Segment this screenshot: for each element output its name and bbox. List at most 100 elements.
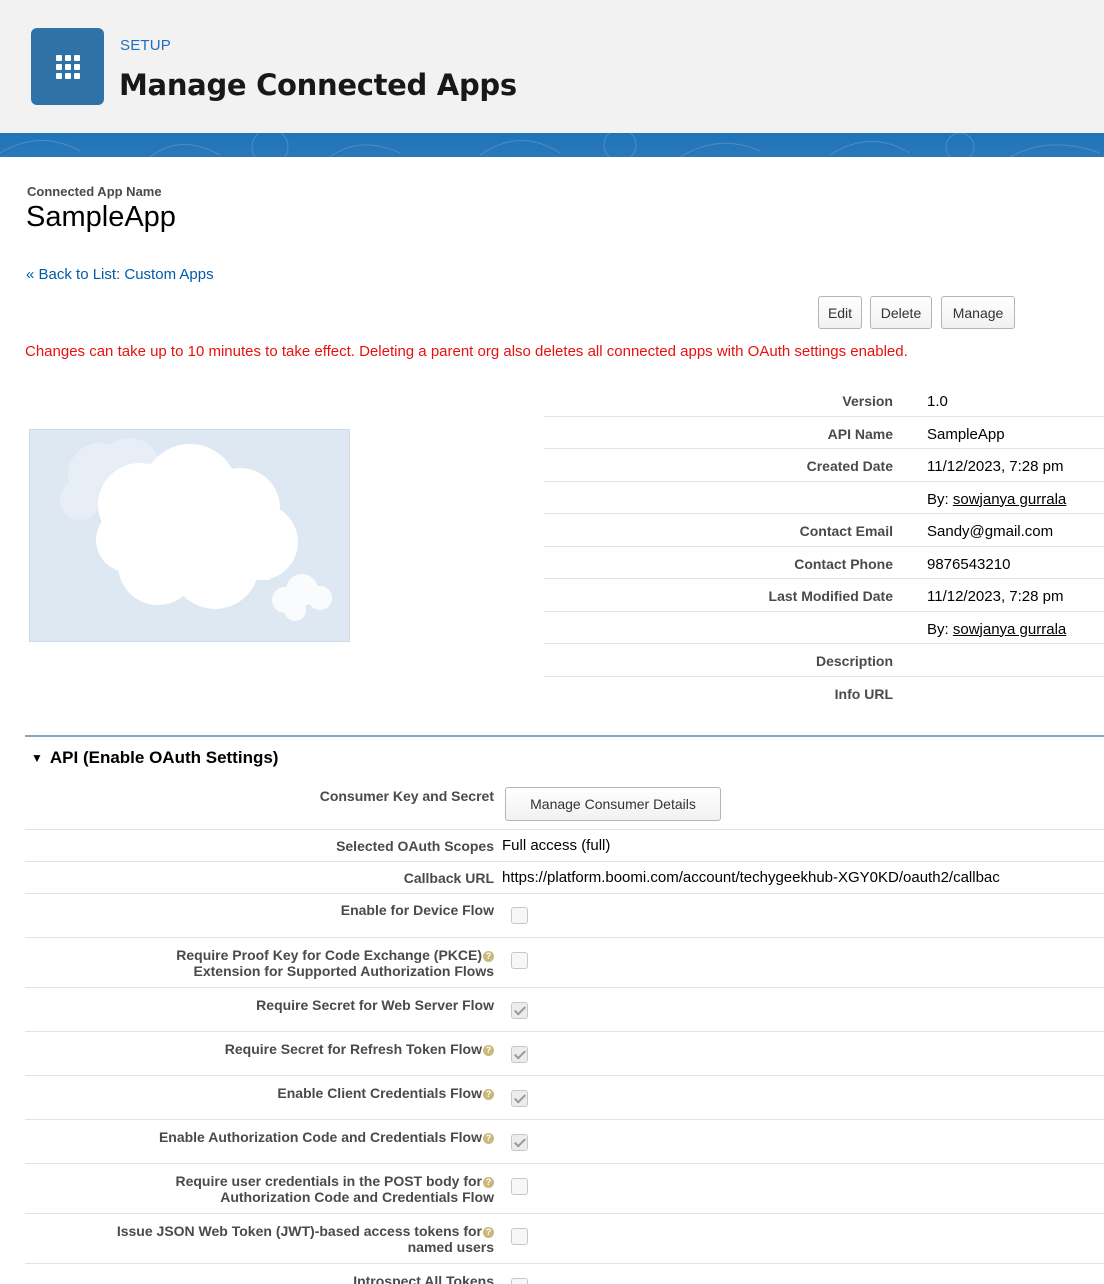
edit-button[interactable]: Edit xyxy=(818,296,862,329)
help-icon[interactable]: ? xyxy=(483,1226,494,1238)
contact-email-value: Sandy@gmail.com xyxy=(927,523,1054,540)
detail-row-last-modified: Last Modified Date 11/12/2023, 7:28 pm xyxy=(544,579,1104,612)
row-user-creds-post-body: Require user credentials in the POST bod… xyxy=(25,1164,1104,1214)
row-client-credentials: Enable Client Credentials Flow? xyxy=(25,1076,1104,1120)
jwt-tokens-label: Issue JSON Web Token (JWT)-based access … xyxy=(24,1223,494,1255)
manage-consumer-details-button[interactable]: Manage Consumer Details xyxy=(505,787,721,821)
header-decorative-band xyxy=(0,133,1104,157)
detail-row-contact-phone: Contact Phone 9876543210 xyxy=(544,547,1104,579)
jwt-label-line1: Issue JSON Web Token (JWT)-based access … xyxy=(116,1223,482,1239)
api-section-toggle[interactable]: ▼ API (Enable OAuth Settings) xyxy=(31,748,278,768)
secret-web-server-label: Require Secret for Web Server Flow xyxy=(256,997,494,1013)
secret-web-server-checkbox[interactable] xyxy=(511,1002,528,1019)
row-callback-url: Callback URL https://platform.boomi.com/… xyxy=(25,862,1104,894)
pkce-label-line2: Extension for Supported Authorization Fl… xyxy=(193,963,494,979)
row-pkce: Require Proof Key for Code Exchange (PKC… xyxy=(25,938,1104,988)
contact-phone-value: 9876543210 xyxy=(927,555,1011,573)
created-by-value: By: sowjanya gurrala xyxy=(927,491,1066,508)
introspect-tokens-checkbox[interactable] xyxy=(511,1278,528,1284)
detail-row-contact-email: Contact Email Sandy@gmail.com xyxy=(544,514,1104,547)
row-oauth-scopes: Selected OAuth Scopes Full access (full) xyxy=(25,830,1104,862)
callback-url-label: Callback URL xyxy=(403,870,494,886)
detail-row-info-url: Info URL xyxy=(544,677,1104,710)
jwt-label-line2: named users xyxy=(407,1239,494,1255)
client-credentials-checkbox[interactable] xyxy=(511,1090,528,1107)
oauth-scopes-label: Selected OAuth Scopes xyxy=(336,838,494,854)
detail-row-created-date: Created Date 11/12/2023, 7:28 pm xyxy=(544,449,1104,482)
secret-refresh-token-text: Require Secret for Refresh Token Flow xyxy=(224,1041,482,1057)
auth-code-credentials-label: Enable Authorization Code and Credential… xyxy=(24,1129,494,1145)
description-label: Description xyxy=(815,653,893,669)
collapse-triangle-icon: ▼ xyxy=(31,751,43,765)
back-to-list-link[interactable]: « Back to List: Custom Apps xyxy=(26,266,214,283)
created-date-value: 11/12/2023, 7:28 pm xyxy=(927,458,1064,475)
user-creds-label-line2: Authorization Code and Credentials Flow xyxy=(220,1189,494,1205)
consumer-key-label: Consumer Key and Secret xyxy=(319,788,494,804)
created-by-user-link[interactable]: sowjanya gurrala xyxy=(953,491,1066,508)
modified-by-value: By: sowjanya gurrala xyxy=(927,621,1066,638)
version-value: 1.0 xyxy=(927,393,948,410)
modified-by-prefix: By: xyxy=(927,620,949,638)
help-icon[interactable]: ? xyxy=(483,1088,494,1100)
info-url-label: Info URL xyxy=(834,685,893,702)
pkce-label-line1: Require Proof Key for Code Exchange (PKC… xyxy=(176,947,482,963)
setup-label: SETUP xyxy=(120,37,172,54)
callback-url-value: https://platform.boomi.com/account/techy… xyxy=(502,869,1000,886)
app-name-label: Connected App Name xyxy=(27,184,162,199)
row-secret-web-server: Require Secret for Web Server Flow xyxy=(25,988,1104,1032)
pkce-label: Require Proof Key for Code Exchange (PKC… xyxy=(24,947,494,979)
client-credentials-text: Enable Client Credentials Flow xyxy=(277,1085,482,1101)
row-consumer-key: Consumer Key and Secret Manage Consumer … xyxy=(25,780,1104,830)
detail-row-created-by: By: sowjanya gurrala xyxy=(544,482,1104,514)
created-by-prefix: By: xyxy=(927,490,949,508)
user-creds-label-line1: Require user credentials in the POST bod… xyxy=(175,1173,482,1189)
row-device-flow: Enable for Device Flow xyxy=(25,894,1104,938)
user-creds-post-body-label: Require user credentials in the POST bod… xyxy=(24,1173,494,1205)
created-date-label: Created Date xyxy=(806,458,893,474)
detail-row-modified-by: By: sowjanya gurrala xyxy=(544,612,1104,644)
pkce-checkbox[interactable] xyxy=(511,952,528,969)
api-name-label: API Name xyxy=(827,425,893,442)
delete-button[interactable]: Delete xyxy=(870,296,932,329)
app-launcher-icon[interactable] xyxy=(31,28,104,105)
app-name: SampleApp xyxy=(26,201,176,233)
last-modified-value: 11/12/2023, 7:28 pm xyxy=(927,588,1064,605)
user-creds-post-body-checkbox[interactable] xyxy=(511,1178,528,1195)
detail-row-api-name: API Name SampleApp xyxy=(544,417,1104,449)
oauth-scopes-value: Full access (full) xyxy=(502,837,611,854)
secret-refresh-token-checkbox[interactable] xyxy=(511,1046,528,1063)
jwt-tokens-checkbox[interactable] xyxy=(511,1228,528,1245)
oauth-settings-table: Consumer Key and Secret Manage Consumer … xyxy=(25,780,1104,1284)
app-detail-table: Version 1.0 API Name SampleApp Created D… xyxy=(544,384,1104,709)
device-flow-checkbox[interactable] xyxy=(511,907,528,924)
warning-message: Changes can take up to 10 minutes to tak… xyxy=(25,343,908,360)
section-divider xyxy=(25,735,1104,737)
help-icon[interactable]: ? xyxy=(483,1132,494,1144)
row-secret-refresh-token: Require Secret for Refresh Token Flow? xyxy=(25,1032,1104,1076)
page-title: Manage Connected Apps xyxy=(119,68,517,102)
auth-code-credentials-checkbox[interactable] xyxy=(511,1134,528,1151)
help-icon[interactable]: ? xyxy=(483,950,494,962)
secret-refresh-token-label: Require Secret for Refresh Token Flow? xyxy=(24,1041,494,1057)
detail-row-description: Description xyxy=(544,644,1104,677)
help-icon[interactable]: ? xyxy=(483,1176,494,1188)
contact-email-label: Contact Email xyxy=(799,523,893,539)
last-modified-label: Last Modified Date xyxy=(768,588,893,604)
row-auth-code-credentials: Enable Authorization Code and Credential… xyxy=(25,1120,1104,1164)
detail-row-version: Version 1.0 xyxy=(544,384,1104,417)
version-label: Version xyxy=(842,393,893,409)
manage-button[interactable]: Manage xyxy=(941,296,1015,329)
app-logo xyxy=(29,429,350,642)
api-section-title: API (Enable OAuth Settings) xyxy=(49,748,279,767)
cloud-icon xyxy=(60,438,332,621)
api-name-value: SampleApp xyxy=(927,425,1005,443)
contact-phone-label: Contact Phone xyxy=(794,555,893,572)
help-icon[interactable]: ? xyxy=(483,1044,494,1056)
device-flow-label: Enable for Device Flow xyxy=(340,902,494,918)
client-credentials-label: Enable Client Credentials Flow? xyxy=(24,1085,494,1101)
introspect-tokens-label: Introspect All Tokens xyxy=(353,1273,494,1284)
page-header: SETUP Manage Connected Apps xyxy=(0,0,1104,133)
row-introspect-tokens: Introspect All Tokens xyxy=(25,1264,1104,1284)
modified-by-user-link[interactable]: sowjanya gurrala xyxy=(953,621,1066,638)
auth-code-credentials-text: Enable Authorization Code and Credential… xyxy=(158,1129,482,1145)
